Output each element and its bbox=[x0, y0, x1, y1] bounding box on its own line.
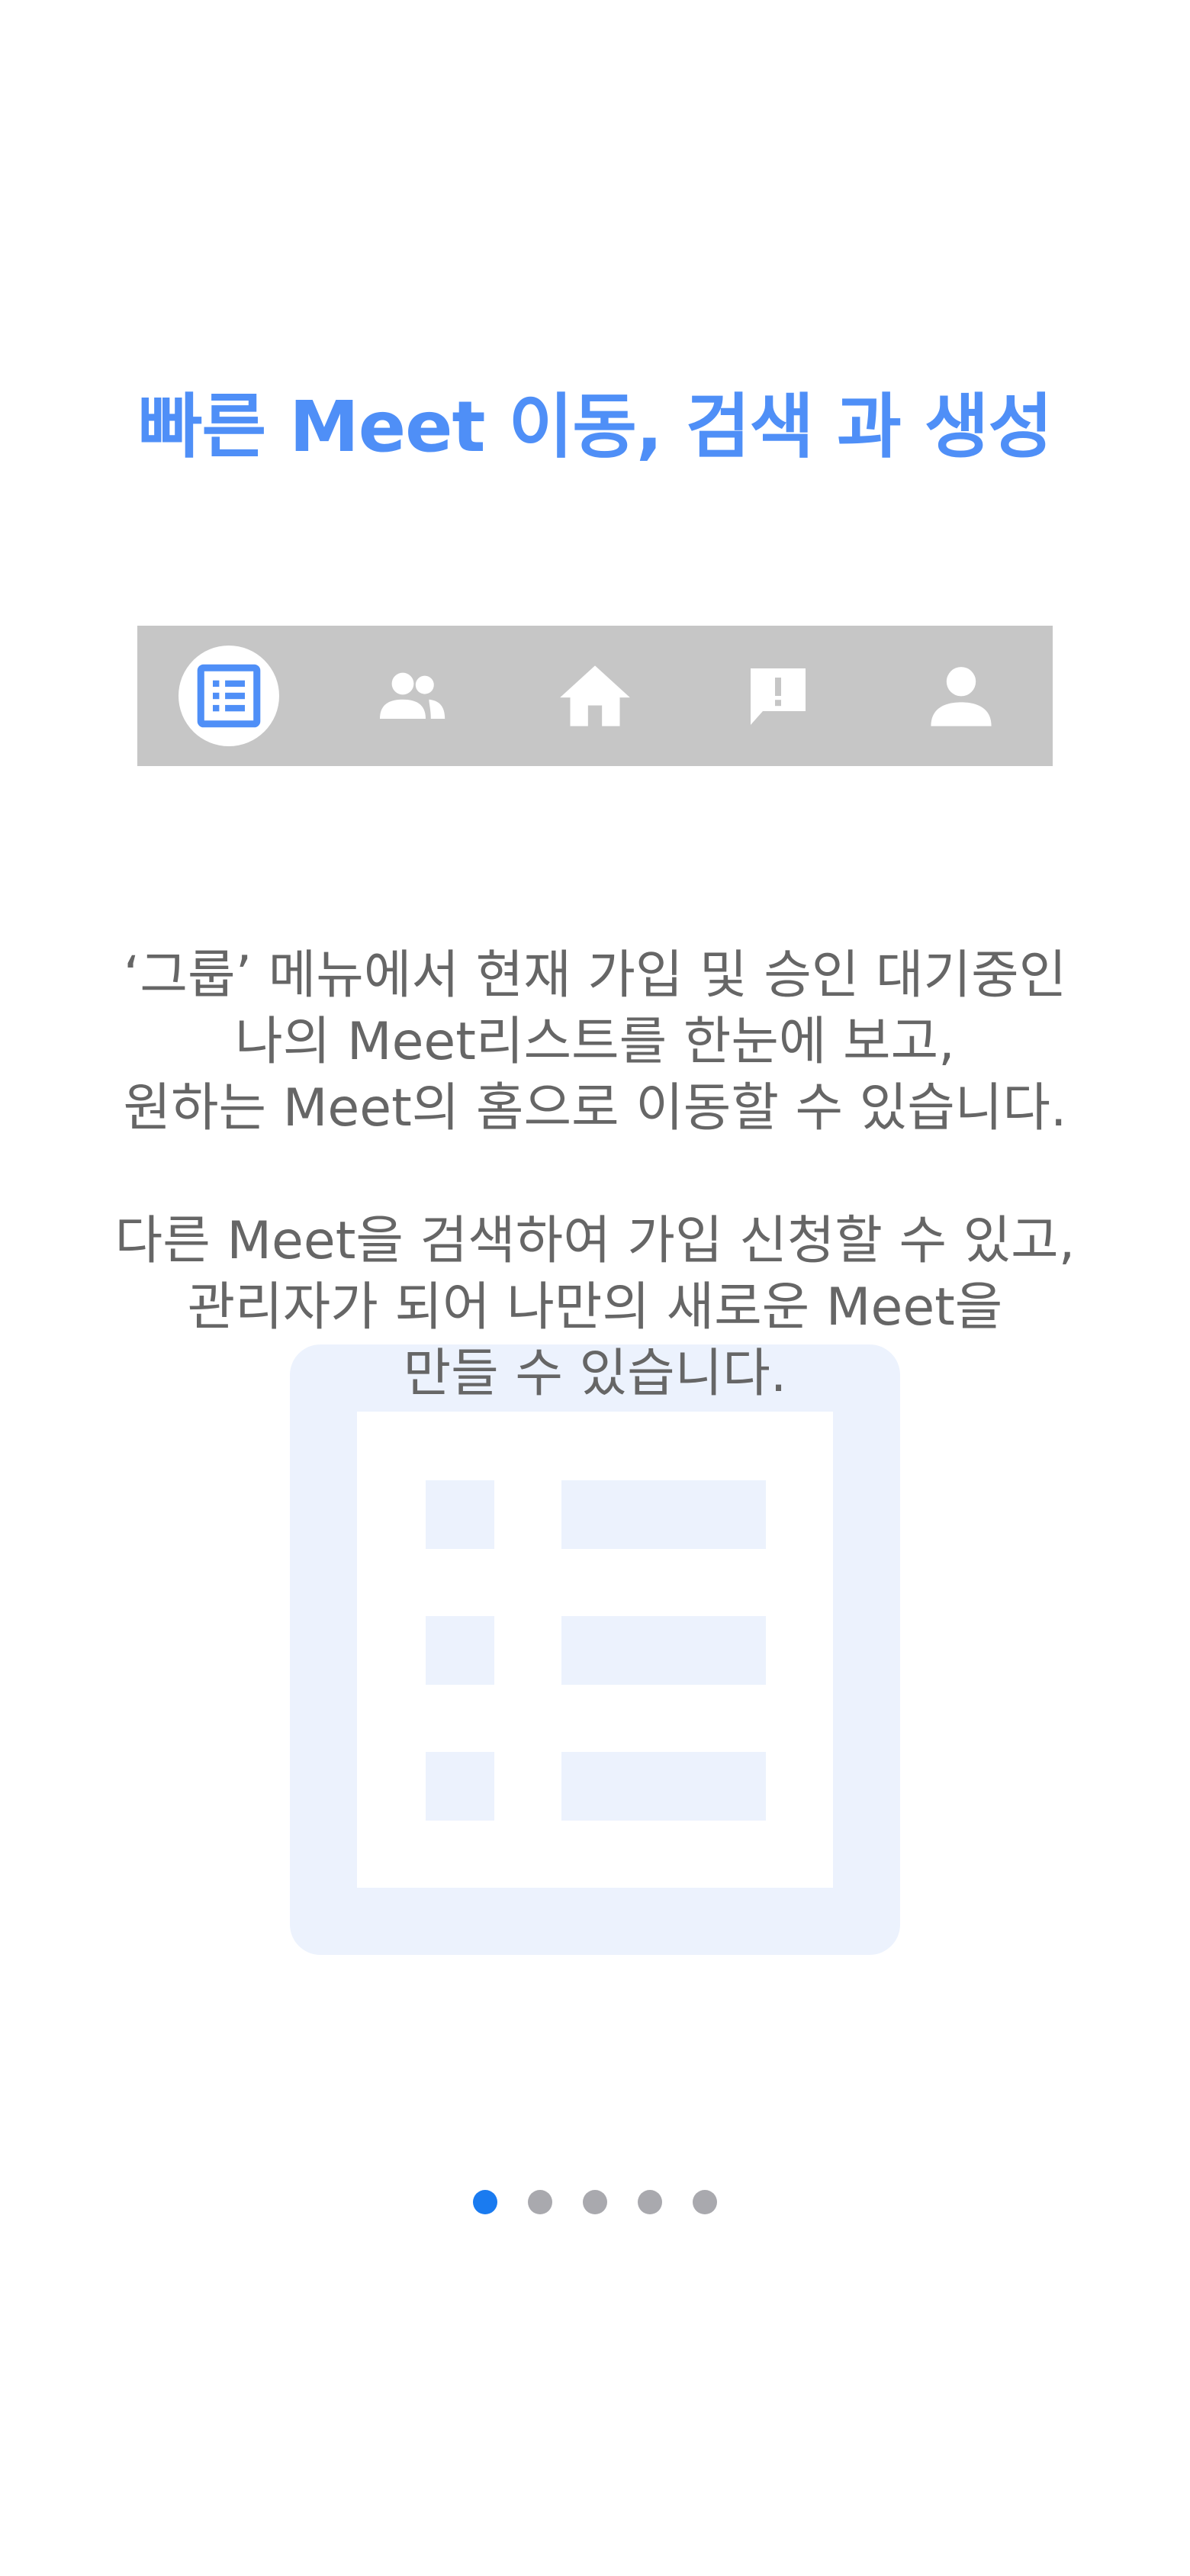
selected-tab-indicator bbox=[178, 646, 279, 746]
description-line: 만들 수 있습니다. bbox=[403, 1344, 787, 1404]
page-dot-1[interactable] bbox=[473, 2190, 497, 2214]
tab-list bbox=[137, 626, 320, 766]
page-dot-5[interactable] bbox=[693, 2190, 717, 2214]
tab-report bbox=[687, 626, 870, 766]
list-icon bbox=[197, 664, 261, 728]
page-dot-3[interactable] bbox=[583, 2190, 607, 2214]
page-dot-2[interactable] bbox=[528, 2190, 552, 2214]
description-line: 원하는 Meet의 홈으로 이동할 수 있습니다. bbox=[123, 1078, 1067, 1138]
tab-profile bbox=[870, 626, 1053, 766]
tab-group bbox=[320, 626, 503, 766]
onboarding-description: ‘그룹’ 메뉴에서 현재 가입 및 승인 대기중인 나의 Meet리스트를 한눈… bbox=[0, 942, 1190, 1407]
list-watermark-icon bbox=[290, 1344, 900, 1955]
page-title: 빠른 Meet 이동, 검색 과 생성 bbox=[137, 386, 1053, 468]
tab-bar-preview bbox=[137, 626, 1053, 766]
description-line: 다른 Meet을 검색하여 가입 신청할 수 있고, bbox=[114, 1211, 1076, 1271]
group-icon bbox=[380, 672, 445, 719]
report-icon bbox=[751, 668, 806, 725]
home-icon bbox=[560, 665, 630, 726]
description-line: ‘그룹’ 메뉴에서 현재 가입 및 승인 대기중인 bbox=[123, 945, 1067, 1006]
tab-home bbox=[503, 626, 687, 766]
page-dot-4[interactable] bbox=[638, 2190, 662, 2214]
page-indicator[interactable] bbox=[0, 2190, 1190, 2214]
person-icon bbox=[931, 667, 992, 726]
description-line: 관리자가 되어 나만의 새로운 Meet을 bbox=[187, 1277, 1003, 1338]
description-line: 나의 Meet리스트를 한눈에 보고, bbox=[235, 1012, 955, 1072]
